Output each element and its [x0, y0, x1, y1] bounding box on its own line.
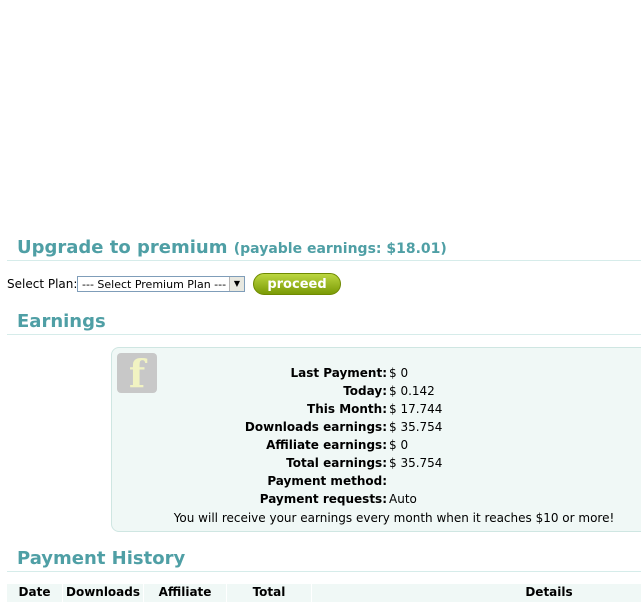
stat-label: Today:: [343, 384, 387, 398]
plan-select-value: --- Select Premium Plan ---: [82, 278, 227, 291]
column-header-downloads: Downloads: [65, 585, 141, 599]
earnings-divider: [7, 334, 641, 335]
column-header-date: Date: [18, 585, 51, 599]
earnings-panel: f Last Payment: $ 0 Today: $ 0.142 This …: [111, 347, 641, 532]
column-header-details: Details: [525, 585, 573, 599]
upgrade-title-text: Upgrade to premium: [17, 237, 228, 258]
stat-label: This Month:: [307, 402, 387, 416]
stat-row-downloads-earnings: Downloads earnings: $ 35.754: [112, 420, 641, 438]
stat-label: Last Payment:: [290, 366, 387, 380]
stat-label: Payment requests:: [259, 492, 387, 506]
stat-value: Auto: [389, 492, 417, 506]
stat-row-today: Today: $ 0.142: [112, 384, 641, 402]
stat-value: $ 0: [389, 366, 409, 380]
stat-value: $ 35.754: [389, 456, 443, 470]
stat-label: Payment method:: [267, 474, 387, 488]
stat-value: $ 0.142: [389, 384, 435, 398]
stat-value: $ 0: [389, 438, 409, 452]
stat-label: Affiliate earnings:: [266, 438, 387, 452]
stat-row-last-payment: Last Payment: $ 0: [112, 366, 641, 384]
earnings-note: You will receive your earnings every mon…: [173, 511, 615, 525]
payment-history-title: Payment History: [17, 548, 186, 569]
upgrade-title: Upgrade to premium (payable earnings: $1…: [17, 237, 447, 258]
stat-row-total-earnings: Total earnings: $ 35.754: [112, 456, 641, 474]
column-header-total: Total: [252, 585, 286, 599]
proceed-button[interactable]: proceed: [253, 273, 341, 295]
upgrade-divider: [7, 260, 641, 261]
chevron-down-icon[interactable]: ▼: [229, 277, 244, 291]
stat-row-affiliate-earnings: Affiliate earnings: $ 0: [112, 438, 641, 456]
stat-label: Downloads earnings:: [244, 420, 387, 434]
payable-earnings-text: (payable earnings: $18.01): [233, 241, 447, 257]
history-divider: [7, 571, 641, 572]
stat-row-this-month: This Month: $ 17.744: [112, 402, 641, 420]
stat-row-payment-requests: Payment requests: Auto: [112, 492, 641, 510]
earnings-title: Earnings: [17, 311, 106, 332]
plan-select[interactable]: --- Select Premium Plan --- ▼: [77, 276, 245, 292]
column-header-affiliate: Affiliate: [158, 585, 212, 599]
stat-value: $ 35.754: [389, 420, 443, 434]
payment-history-table-header: Date Downloads Affiliate Total Details: [7, 584, 641, 602]
stat-row-payment-method: Payment method:: [112, 474, 641, 492]
stat-value: $ 17.744: [389, 402, 443, 416]
plan-label: Select Plan:: [7, 277, 78, 291]
stat-label: Total earnings:: [286, 456, 387, 470]
